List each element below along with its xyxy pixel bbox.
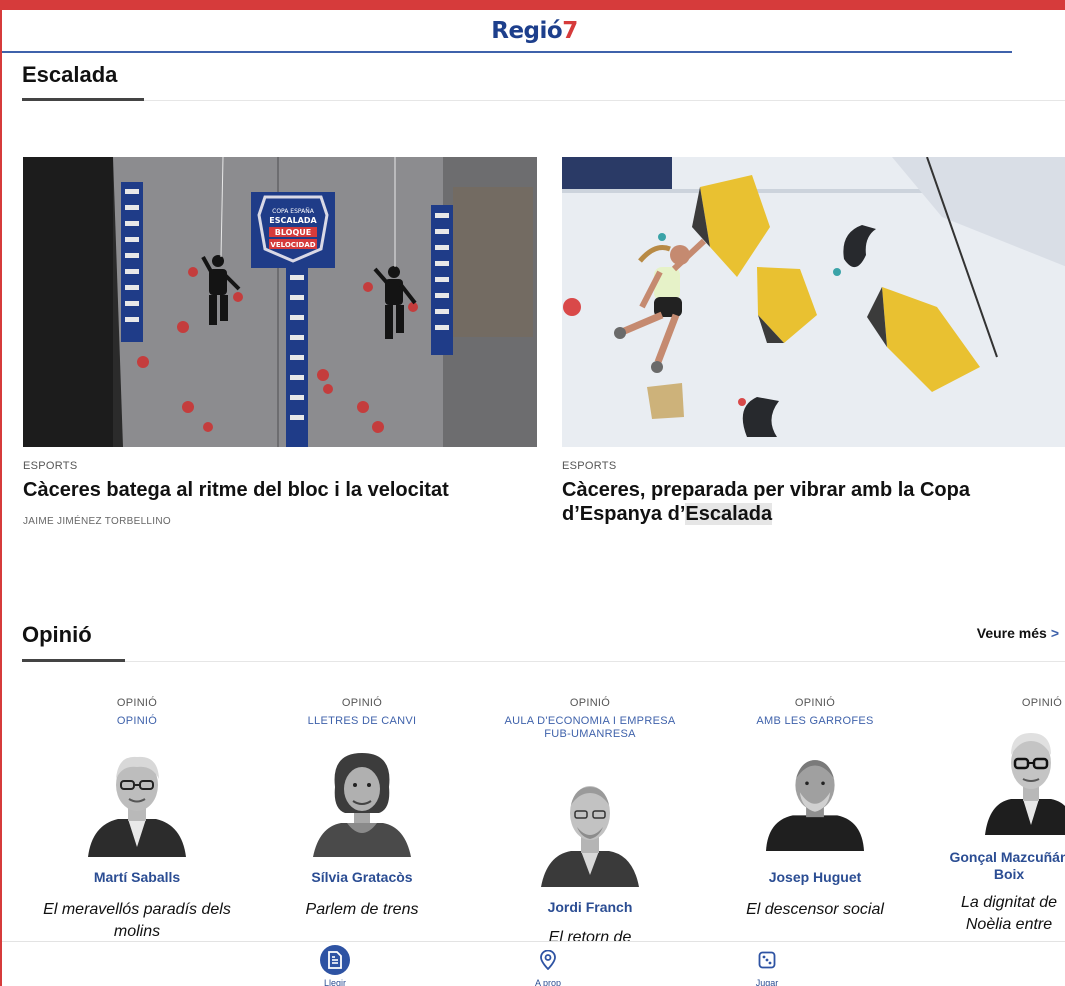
section-title-underline (22, 98, 144, 101)
svg-text:COPA ESPAÑA: COPA ESPAÑA (272, 208, 315, 215)
columnist-name[interactable]: Martí Saballs (42, 869, 232, 886)
section-divider (22, 100, 1065, 101)
article-card[interactable]: ESPORTS Càceres, preparada per vibrar am… (562, 157, 1065, 526)
nav-label: Jugar (755, 978, 779, 986)
header-divider (2, 51, 1012, 53)
columnist-section[interactable]: AMB LES GARROFES (720, 715, 910, 728)
section-title-escalada[interactable]: Escalada (22, 62, 117, 88)
article-photo[interactable] (562, 157, 1065, 447)
columnist-name[interactable]: Jordi Franch (495, 899, 685, 916)
columnist-label: OPINIÓ (569, 697, 611, 709)
columnist-label: OPINIÓ (341, 697, 383, 709)
columnist-label: OPINIÓ (116, 697, 158, 709)
avatar[interactable] (766, 747, 864, 857)
columnist-card[interactable]: OPINIÓ AMB LES GARROFES Josep Huguet El … (720, 697, 910, 918)
nav-item-llegir[interactable]: Llegir (275, 942, 395, 986)
search-highlight: Escalada (685, 503, 773, 525)
article-headline[interactable]: Càceres, preparada per vibrar amb la Cop… (562, 478, 1065, 526)
columnist-card[interactable]: OPINIÓ LLETRES DE CANVI Sílvia Gratacòs … (267, 697, 457, 918)
section-title-underline (22, 659, 125, 662)
section-divider (22, 661, 1065, 662)
columnist-article-title[interactable]: La dignitat de Noèlia entre (947, 892, 1065, 936)
columnist-card[interactable]: OPINIÓ AULA D'ECONOMIA I EMPRESA FUB-UMA… (495, 697, 685, 946)
article-kicker[interactable]: ESPORTS (23, 460, 537, 472)
site-header: Regió7 (2, 10, 1065, 53)
article-card[interactable]: COPA ESPAÑA ESCALADA BLOQUE VELOCIDAD ES… (23, 157, 537, 527)
location-pin-icon (533, 945, 563, 975)
columnist-card[interactable]: OPINIÓ Gonçal Mazcuñán Boix La dignitat … (947, 697, 1065, 933)
article-headline[interactable]: Càceres batega al ritme del bloc i la ve… (23, 478, 537, 502)
author-portrait (766, 760, 864, 851)
article-author: JAIME JIMÉNEZ TORBELLINO (23, 516, 171, 527)
avatar[interactable] (985, 725, 1065, 835)
bouldering-wall-image (562, 157, 1065, 447)
bottom-navigation: Llegir A prop Jugar (2, 941, 1065, 986)
chevron-right-icon: > (1050, 625, 1059, 641)
dice-icon (752, 945, 782, 975)
svg-text:BLOQUE: BLOQUE (275, 228, 311, 237)
columnist-section[interactable]: AULA D'ECONOMIA I EMPRESA FUB-UMANRESA (495, 715, 685, 741)
author-portrait (541, 786, 639, 887)
author-portrait (313, 753, 411, 857)
svg-text:ESCALADA: ESCALADA (269, 216, 317, 225)
columnist-label: OPINIÓ (794, 697, 836, 709)
section-title-opinio[interactable]: Opinió (22, 622, 92, 648)
nav-label: Llegir (323, 978, 346, 986)
columnist-section[interactable]: LLETRES DE CANVI (267, 715, 457, 728)
columnist-article-title[interactable]: Parlem de trens (267, 899, 457, 921)
columnist-article-title[interactable]: El descensor social (720, 899, 910, 921)
columnist-name[interactable]: Gonçal Mazcuñán Boix (947, 849, 1065, 883)
nav-item-a-prop[interactable]: A prop (488, 942, 608, 986)
document-icon (320, 945, 350, 975)
see-more-link[interactable]: Veure més > (977, 625, 1059, 641)
columnist-card[interactable]: OPINIÓ OPINIÓ Martí Saballs El meravelló… (42, 697, 232, 940)
svg-text:VELOCIDAD: VELOCIDAD (270, 241, 315, 249)
top-red-bar (2, 0, 1065, 10)
article-kicker[interactable]: ESPORTS (562, 460, 1065, 472)
avatar[interactable] (313, 747, 411, 857)
columnist-section[interactable]: OPINIÓ (42, 715, 232, 728)
site-logo[interactable]: Regió7 (2, 18, 1065, 44)
nav-item-jugar[interactable]: Jugar (707, 942, 827, 986)
avatar[interactable] (541, 777, 639, 887)
author-portrait (88, 756, 186, 857)
columnist-name[interactable]: Sílvia Gratacòs (267, 869, 457, 886)
article-photo[interactable]: COPA ESPAÑA ESCALADA BLOQUE VELOCIDAD (23, 157, 537, 447)
columnist-label: OPINIÓ (1021, 697, 1063, 709)
speed-climbing-wall-image: COPA ESPAÑA ESCALADA BLOQUE VELOCIDAD (23, 157, 537, 447)
columnist-name[interactable]: Josep Huguet (720, 869, 910, 886)
nav-label: A prop (534, 978, 562, 986)
columnist-article-title[interactable]: El meravellós paradís dels molins (42, 899, 232, 943)
avatar[interactable] (88, 747, 186, 857)
author-portrait (985, 733, 1065, 835)
